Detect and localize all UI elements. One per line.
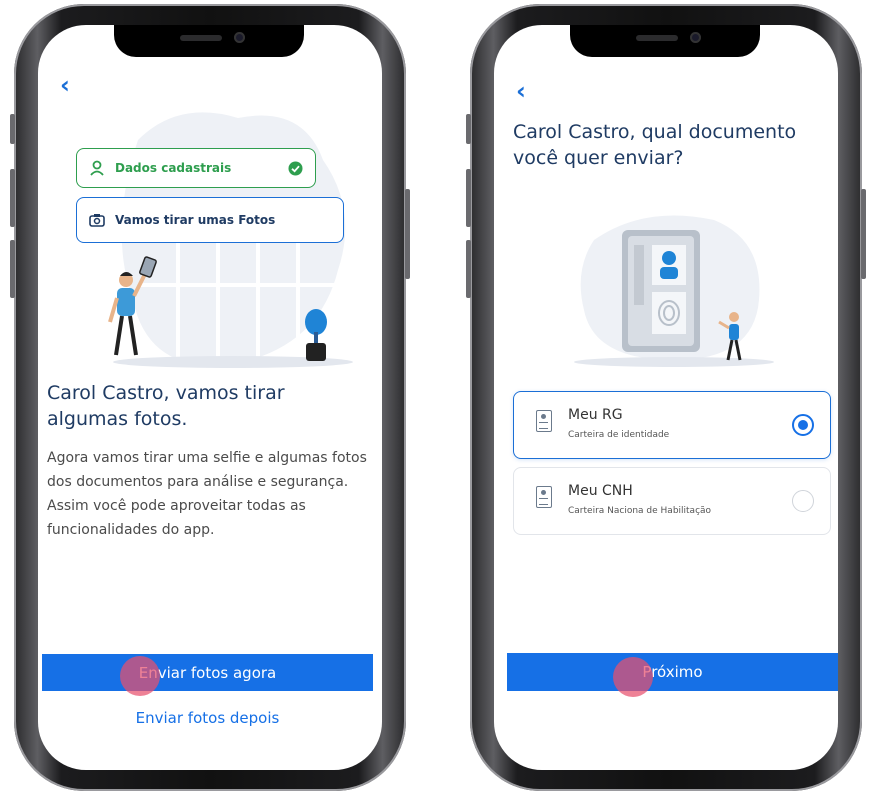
volume-down-button	[10, 240, 15, 298]
next-button[interactable]: Próximo	[507, 653, 838, 691]
page-title: Carol Castro, vamos tirar algumas fotos.	[47, 382, 285, 430]
touch-indicator	[613, 657, 653, 697]
step-label: Dados cadastrais	[115, 161, 232, 175]
back-button[interactable]: ‹	[60, 71, 70, 99]
volume-up-button	[466, 169, 471, 227]
plant-figure	[305, 309, 327, 361]
document-illustration	[574, 215, 774, 367]
page-description: Agora vamos tirar uma selfie e algumas f…	[47, 450, 367, 538]
back-button[interactable]: ‹	[516, 77, 526, 105]
power-button	[861, 189, 866, 279]
camera-icon	[89, 212, 105, 228]
send-photos-later-link[interactable]: Enviar fotos depois	[42, 709, 373, 727]
radio-selected[interactable]	[792, 414, 814, 436]
option-label: Meu CNH	[568, 483, 633, 499]
send-photos-now-button[interactable]: Enviar fotos agora	[42, 654, 373, 691]
phone-frame-right: ‹ Carol Castro, qual documento você quer…	[466, 4, 866, 791]
step-dados-cadastrais: Dados cadastrais	[76, 148, 316, 188]
option-label: Meu RG	[568, 407, 623, 423]
document-selection-screen: ‹ Carol Castro, qual documento você quer…	[494, 25, 838, 770]
mute-switch	[466, 114, 471, 144]
option-meu-cnh[interactable]: Meu CNH Carteira Naciona de Habilitação	[513, 467, 831, 535]
step-vamos-tirar-fotos: Vamos tirar umas Fotos	[76, 197, 344, 243]
id-card-icon	[536, 410, 552, 432]
power-button	[405, 189, 410, 279]
volume-up-button	[10, 169, 15, 227]
onboarding-screen: ‹ Dados cadastrais Vamos tirar umas Foto…	[38, 25, 382, 770]
touch-indicator	[120, 656, 160, 696]
id-card-icon	[536, 486, 552, 508]
mute-switch	[10, 114, 15, 144]
check-circle-icon	[288, 161, 303, 180]
user-icon	[89, 160, 105, 176]
option-meu-rg[interactable]: Meu RG Carteira de identidade	[513, 391, 831, 459]
page-title: Carol Castro, qual documento você quer e…	[513, 121, 797, 169]
option-sublabel: Carteira de identidade	[568, 430, 670, 440]
phone-frame-left: ‹ Dados cadastrais Vamos tirar umas Foto…	[10, 4, 410, 791]
volume-down-button	[466, 240, 471, 298]
notch	[114, 25, 304, 57]
notch	[570, 25, 760, 57]
radio-unselected[interactable]	[792, 490, 814, 512]
step-label: Vamos tirar umas Fotos	[115, 213, 276, 227]
option-sublabel: Carteira Naciona de Habilitação	[568, 506, 712, 516]
